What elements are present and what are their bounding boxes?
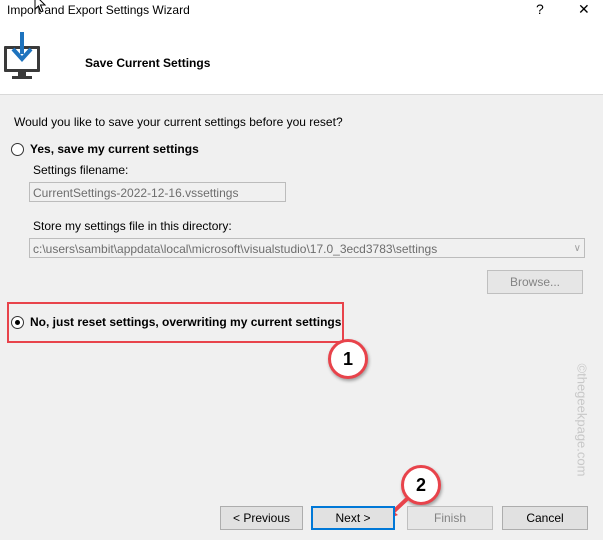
save-settings-label[interactable]: Yes, save my current settings [30, 142, 199, 156]
settings-filename-input[interactable]: CurrentSettings-2022-12-16.vssettings [29, 182, 286, 202]
browse-button[interactable]: Browse... [487, 270, 583, 294]
page-title: Save Current Settings [85, 56, 211, 70]
monitor-download-icon [4, 32, 40, 79]
title-bar: Import and Export Settings Wizard ? ✕ [0, 0, 603, 22]
watermark: ©thegeekpage.com [574, 363, 590, 477]
close-button[interactable]: ✕ [578, 1, 590, 18]
mouse-cursor-icon [34, 0, 47, 13]
help-button[interactable]: ? [536, 1, 544, 17]
previous-button[interactable]: < Previous [220, 506, 303, 530]
directory-label: Store my settings file in this directory… [33, 219, 232, 233]
directory-value: c:\users\sambit\appdata\local\microsoft\… [33, 242, 438, 256]
reset-prompt: Would you like to save your current sett… [14, 115, 343, 129]
save-settings-radio[interactable] [11, 143, 24, 156]
chevron-down-icon[interactable]: ∨ [574, 239, 581, 257]
reset-settings-label[interactable]: No, just reset settings, overwriting my … [30, 315, 341, 329]
settings-filename-label: Settings filename: [33, 163, 129, 177]
next-button[interactable]: Next > [311, 506, 395, 530]
callout-step-1: 1 [328, 339, 368, 379]
directory-combobox[interactable]: c:\users\sambit\appdata\local\microsoft\… [29, 238, 585, 258]
finish-button[interactable]: Finish [407, 506, 493, 530]
reset-settings-radio[interactable] [11, 316, 24, 329]
wizard-header: Save Current Settings [0, 22, 603, 95]
cancel-button[interactable]: Cancel [502, 506, 588, 530]
